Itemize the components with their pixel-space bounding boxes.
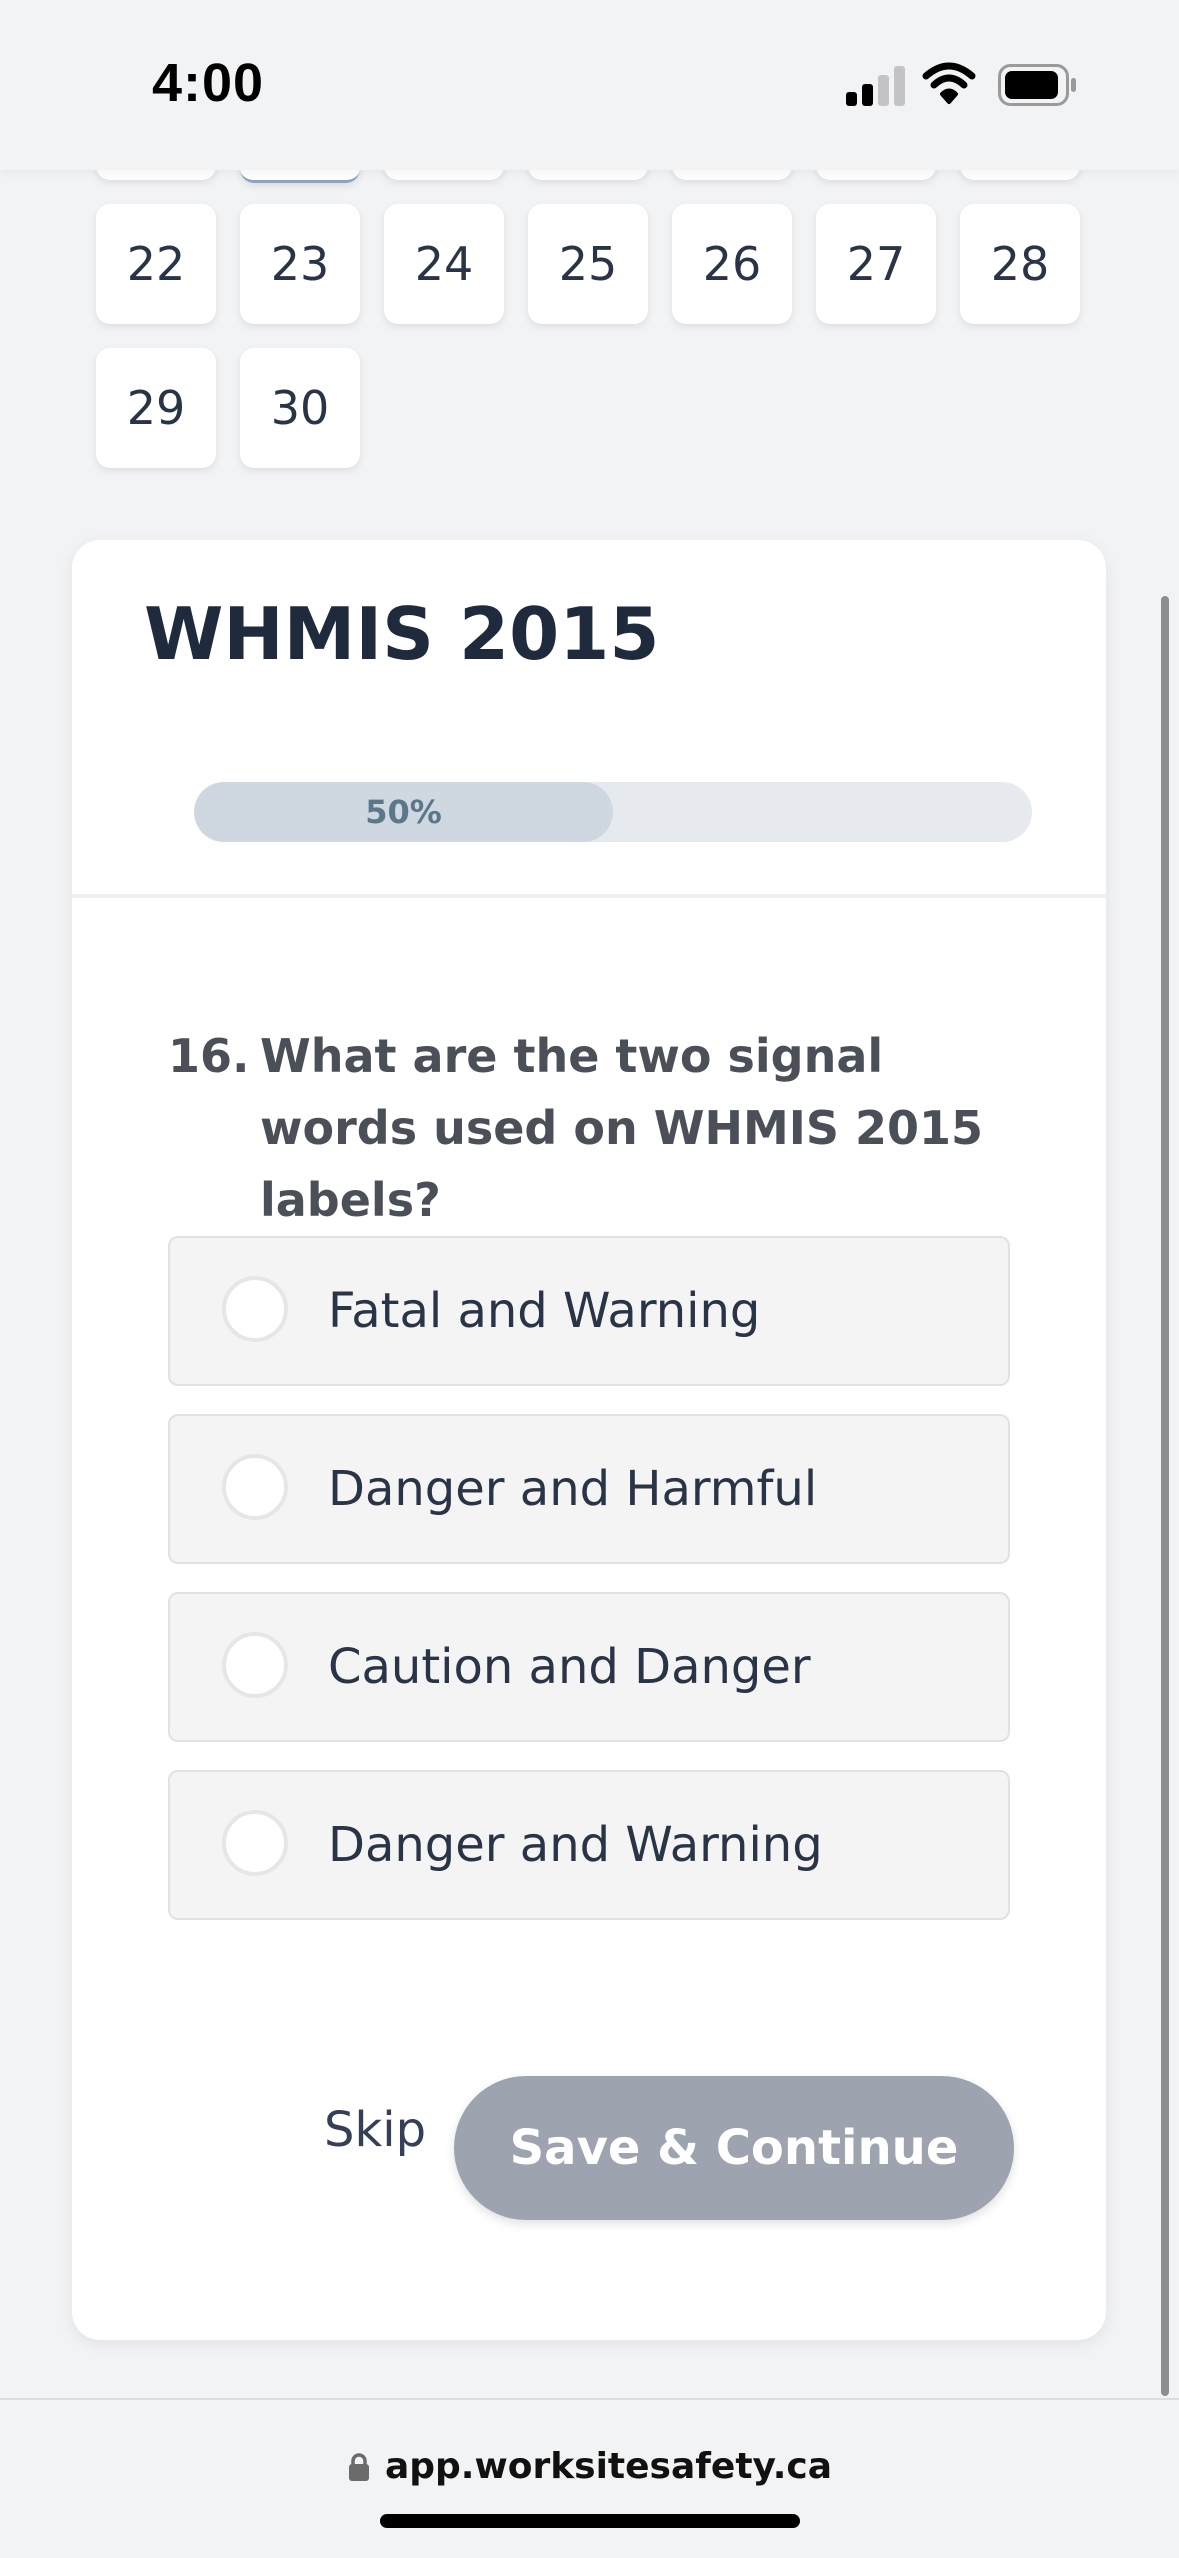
calendar-row: 22 23 24 25 26 27 28: [96, 204, 1080, 324]
status-bar: 4:00: [0, 0, 1179, 170]
quiz-title: WHMIS 2015: [144, 592, 660, 676]
question-number: 16.: [168, 1029, 250, 1083]
date-cell[interactable]: 30: [240, 348, 360, 468]
browser-address-bar[interactable]: app.worksitesafety.ca: [0, 2398, 1179, 2558]
radio-button[interactable]: [222, 1632, 288, 1698]
answer-option[interactable]: Caution and Danger: [168, 1592, 1010, 1742]
home-indicator[interactable]: [380, 2514, 800, 2528]
question: 16. What are the two signal words used o…: [168, 1020, 1028, 1236]
divider: [72, 894, 1106, 898]
lock-icon: [348, 2452, 369, 2481]
date-cell[interactable]: 28: [960, 204, 1080, 324]
date-cell[interactable]: 22: [96, 204, 216, 324]
url-text: app.worksitesafety.ca: [384, 2446, 833, 2487]
radio-button[interactable]: [222, 1810, 288, 1876]
date-cell[interactable]: 27: [816, 204, 936, 324]
wifi-icon: [922, 62, 976, 104]
answer-option[interactable]: Danger and Warning: [168, 1770, 1010, 1920]
date-cell[interactable]: 23: [240, 204, 360, 324]
answer-option-label: Danger and Warning: [328, 1817, 823, 1873]
url-content: app.worksitesafety.ca: [0, 2446, 1179, 2487]
scrollbar[interactable]: [1161, 596, 1169, 2396]
date-cell[interactable]: 24: [384, 204, 504, 324]
answer-option-label: Fatal and Warning: [328, 1283, 761, 1339]
progress-bar: 50%: [194, 782, 1032, 842]
answer-options: Fatal and Warning Danger and Harmful Cau…: [168, 1236, 1010, 1948]
skip-link[interactable]: Skip: [324, 2102, 426, 2158]
progress-label: 50%: [365, 793, 442, 831]
radio-button[interactable]: [222, 1276, 288, 1342]
quiz-card: WHMIS 2015 50% 16. What are the two sign…: [72, 540, 1106, 2340]
date-cell[interactable]: 26: [672, 204, 792, 324]
date-cell[interactable]: 25: [528, 204, 648, 324]
answer-option-label: Caution and Danger: [328, 1639, 811, 1695]
calendar-row: 29 30: [96, 348, 360, 468]
date-cell[interactable]: 29: [96, 348, 216, 468]
status-time: 4:00: [152, 53, 265, 113]
answer-option[interactable]: Danger and Harmful: [168, 1414, 1010, 1564]
question-text: What are the two signal words used on WH…: [260, 1029, 984, 1227]
answer-option[interactable]: Fatal and Warning: [168, 1236, 1010, 1386]
cellular-signal-icon: [846, 66, 905, 106]
save-continue-button[interactable]: Save & Continue: [454, 2076, 1014, 2220]
progress-fill: 50%: [194, 782, 613, 842]
answer-option-label: Danger and Harmful: [328, 1461, 818, 1517]
battery-icon: [998, 64, 1076, 106]
radio-button[interactable]: [222, 1454, 288, 1520]
